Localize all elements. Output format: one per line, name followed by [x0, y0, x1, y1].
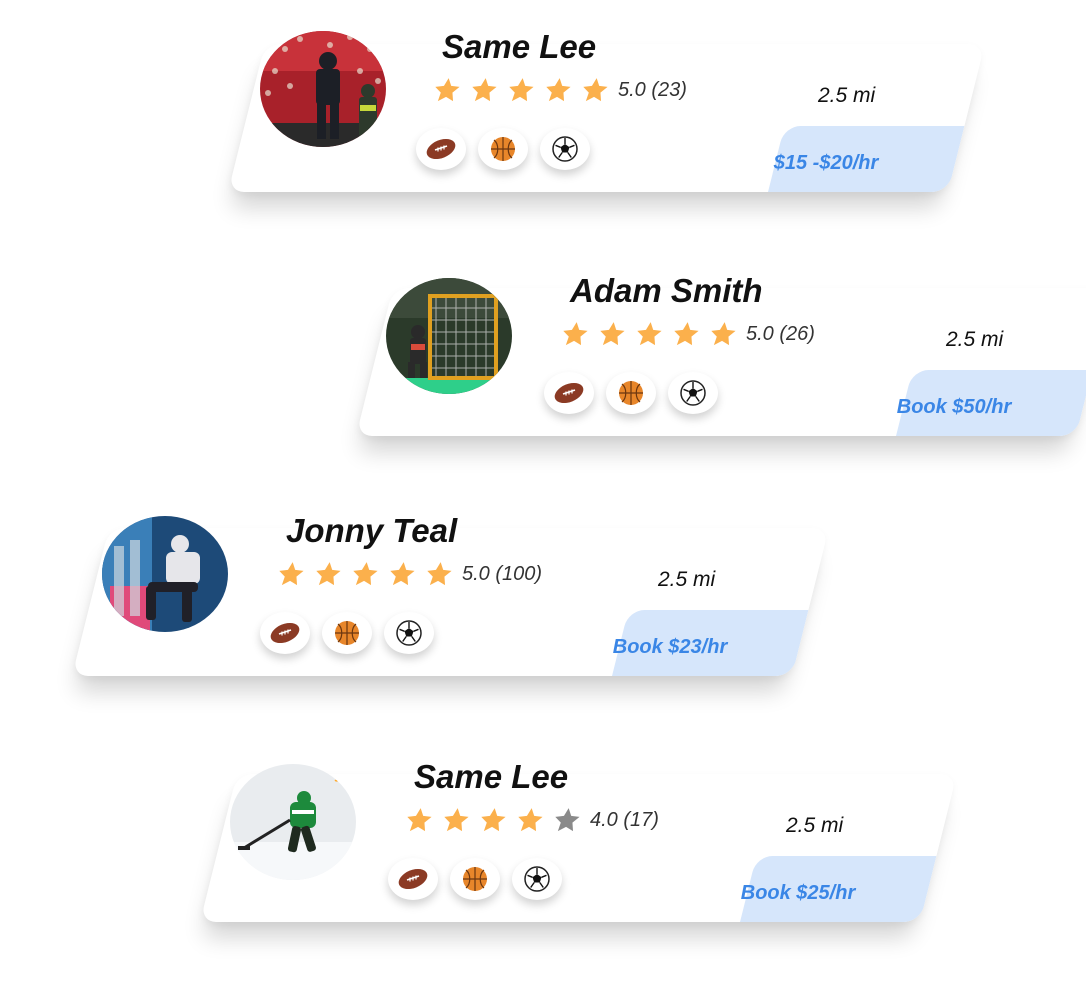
coach-name: Jonny Teal — [286, 512, 458, 549]
star-icon — [353, 562, 378, 586]
star-icon — [674, 322, 699, 346]
star-icon — [444, 808, 469, 832]
sports-list — [388, 858, 574, 900]
avatar — [386, 278, 512, 394]
soccer-icon — [540, 128, 590, 170]
star-icon — [600, 322, 625, 346]
star-icon — [435, 78, 460, 102]
soccer-icon — [668, 372, 718, 414]
book-button[interactable]: Book $50/hr — [864, 396, 1044, 419]
rating-text: 5.0 (100) — [462, 562, 543, 585]
star-icon — [427, 562, 452, 586]
football-icon — [260, 612, 310, 654]
rating-row: 5.0 (23) — [433, 76, 687, 104]
coach-card[interactable]: Same Lee 5.0 (23) 2.5 mi $15 -$20/hr — [228, 28, 985, 192]
star-icon — [546, 78, 571, 102]
soccer-icon — [512, 858, 562, 900]
basketball-icon — [322, 612, 372, 654]
sports-list — [544, 372, 730, 414]
star-icon — [583, 78, 608, 102]
distance-text: 2.5 mi — [786, 814, 844, 837]
football-icon — [544, 372, 594, 414]
book-button[interactable]: Book $25/hr — [708, 882, 888, 905]
soccer-icon — [384, 612, 434, 654]
coach-name: Same Lee — [414, 758, 569, 795]
coach-card[interactable]: 🏒 Same Lee 4.0 (17) 2.5 mi Book $25/hr — [200, 758, 957, 922]
coach-card[interactable]: Jonny Teal 5.0 (100) 2.5 mi Book $23/hr — [72, 512, 829, 676]
sports-list — [260, 612, 446, 654]
star-icon — [518, 808, 543, 832]
basketball-icon — [606, 372, 656, 414]
star-icon — [711, 322, 736, 346]
basketball-icon — [450, 858, 500, 900]
star-icon — [316, 562, 341, 586]
star-icon — [279, 562, 304, 586]
rating-row: 4.0 (17) — [405, 806, 659, 834]
coach-name: Same Lee — [442, 28, 597, 65]
rating-text: 4.0 (17) — [590, 808, 659, 831]
coach-name: Adam Smith — [570, 272, 763, 309]
star-icon — [481, 808, 506, 832]
sports-list — [416, 128, 602, 170]
basketball-icon — [478, 128, 528, 170]
football-icon — [416, 128, 466, 170]
star-icon — [407, 808, 432, 832]
rating-text: 5.0 (26) — [746, 322, 815, 345]
rating-text: 5.0 (23) — [618, 78, 687, 101]
star-icon — [509, 78, 534, 102]
avatar: 🏒 — [230, 764, 356, 880]
star-icon — [563, 322, 588, 346]
distance-text: 2.5 mi — [818, 84, 876, 107]
football-icon — [388, 858, 438, 900]
book-button[interactable]: Book $23/hr — [580, 636, 760, 659]
star-icon — [390, 562, 415, 586]
star-icon — [472, 78, 497, 102]
avatar — [260, 31, 386, 147]
coach-card[interactable]: Adam Smith 5.0 (26) 2.5 mi Book $50/hr — [356, 272, 1086, 436]
rating-row: 5.0 (100) — [277, 560, 542, 588]
distance-text: 2.5 mi — [658, 568, 716, 591]
rating-row: 5.0 (26) — [561, 320, 815, 348]
star-icon — [637, 322, 662, 346]
star-empty-icon — [555, 808, 580, 832]
book-button[interactable]: $15 -$20/hr — [736, 152, 916, 175]
distance-text: 2.5 mi — [946, 328, 1004, 351]
avatar — [102, 516, 228, 632]
